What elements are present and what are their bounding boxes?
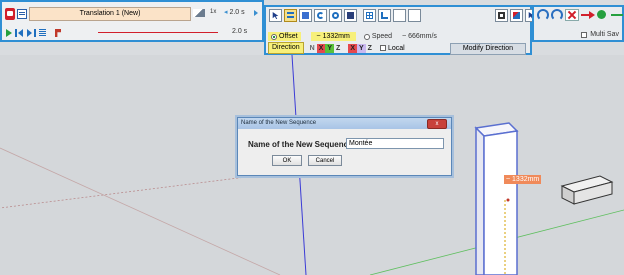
speed-label: Speed [371,33,393,40]
playback-controls [6,28,61,38]
skip-to-end-icon[interactable] [27,29,36,37]
local-checkbox[interactable] [379,45,386,51]
play-icon[interactable] [6,29,12,37]
modify-direction-button[interactable]: Modify Direction [449,43,526,55]
edit-toolbar: Multi Sav [532,5,624,42]
window-tool-icon[interactable] [495,9,508,22]
speed-option[interactable]: Speed [363,33,393,40]
edit-tool-icons [537,9,623,21]
offset-label: Offset [279,33,298,40]
offset-speed-row: Offset ~ 1332mm Speed ~ 666mm/s [268,32,530,41]
motion-toolbar: Offset ~ 1332mm Speed ~ 666mm/s Directio… [264,5,538,55]
offset-value[interactable]: ~ 1332mm [310,32,356,41]
empty-tool-2-icon[interactable] [408,9,421,22]
distance-tag: ~ 1332mm [504,175,542,184]
direction-label[interactable]: Direction [268,42,304,54]
sequence-name-label: Name of the New Sequence [248,140,353,149]
duration-select[interactable]: ◂ 2.0 s [224,8,254,18]
multi-save-label: Multi Sav [590,31,619,38]
plane-x[interactable]: X [348,43,357,53]
select-tool-icon[interactable] [269,9,282,22]
axis-n[interactable]: N [308,44,317,53]
grid-tool-icon[interactable] [363,9,376,22]
axis-z[interactable]: Z [334,44,342,53]
direction-row: Direction N X Y Z X Y Z Local Modify Dir… [268,42,530,55]
orbit-tool-icon[interactable] [329,9,342,22]
green-bar-icon[interactable] [611,9,623,21]
axis-selector: N X Y Z X Y Z [308,43,374,53]
rotation-tool-icon[interactable] [314,9,327,22]
local-label: Local [387,44,405,52]
delete-icon[interactable] [565,9,579,21]
chevron-left-icon[interactable]: ◂ [224,9,228,16]
speed-radio[interactable] [363,33,370,40]
skip-to-start-icon[interactable] [15,29,24,37]
keyframe-icon[interactable] [55,29,61,37]
motion-tool-icons [269,9,538,22]
dialog-title: Name of the New Sequence [241,120,317,126]
scale-tool-icon[interactable] [344,9,357,22]
axis-x[interactable]: X [316,43,326,53]
dialog-close-button[interactable]: x [427,119,447,129]
dialog-titlebar[interactable]: Name of the New Sequence x [238,118,451,129]
sequence-name-field[interactable]: Translation 1 (New) [29,7,191,21]
green-dot-icon[interactable] [597,9,609,21]
speed-multiplier[interactable]: 1x [210,9,216,15]
cancel-button[interactable]: Cancel [308,155,342,166]
offset-radio[interactable] [271,33,277,40]
speed-value: ~ 666mm/s [402,33,437,40]
sequence-name-input[interactable] [346,138,444,149]
undo-icon[interactable] [537,9,549,21]
multi-save-checkbox[interactable] [581,31,588,38]
step-frames-icon[interactable] [39,29,46,37]
redo-icon[interactable] [551,9,563,21]
ok-button[interactable]: OK [272,155,302,166]
timeline-slider[interactable] [98,32,218,33]
multi-translation-icon[interactable] [299,9,312,22]
duration-value: 2.0 s [229,9,245,16]
curve-tool-icon[interactable] [378,9,391,22]
new-sequence-dialog: Name of the New Sequence x Name of the N… [237,117,452,176]
sequence-scroll-icon[interactable] [193,9,205,17]
chevron-right-icon[interactable] [254,10,258,16]
offset-option[interactable]: Offset [268,32,301,41]
plane-z[interactable]: Z [366,44,374,53]
empty-tool-1-icon[interactable] [393,9,406,22]
sequence-list-icon[interactable] [17,9,27,19]
animation-toolbar: Translation 1 (New) 1x ◂ 2.0 s 2.0 s [0,0,264,42]
app-logo-icon[interactable] [5,8,15,20]
axis-y[interactable]: Y [325,43,335,53]
translation-tool-icon[interactable] [284,9,297,22]
pick-object-icon[interactable] [510,9,523,22]
forward-arrow-icon[interactable] [581,9,595,21]
multi-save-option[interactable]: Multi Sav [581,31,619,38]
current-time: 2.0 s [232,28,248,35]
plane-y[interactable]: Y [356,43,366,53]
red-axis-dashed [0,174,263,209]
